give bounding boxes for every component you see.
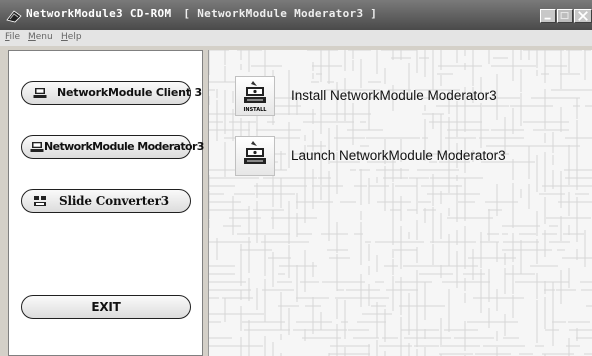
window-title-text: NetworkModule3 CD-ROM (26, 7, 172, 20)
close-icon (578, 11, 588, 21)
install-moderator-label: Install NetworkModule Moderator3 (291, 88, 497, 103)
menu-help-accel: H (61, 32, 68, 42)
computer-icon (33, 88, 47, 98)
exit-label: EXIT (91, 300, 121, 314)
minimize-icon (544, 17, 551, 20)
exit-button[interactable]: EXIT (21, 295, 191, 319)
app-icon (6, 10, 22, 23)
install-button[interactable]: INSTALL (235, 76, 275, 116)
slide-converter-label: Slide Converter3 (59, 194, 169, 208)
install-icon (244, 81, 266, 103)
sidebar: NetworkModule Client 3 NetworkModule Mod… (8, 50, 204, 356)
menu-bar: File Menu Help (0, 30, 592, 46)
networkmodule-moderator-button[interactable]: NetworkModule Moderator3 (21, 135, 204, 159)
launch-icon (244, 141, 266, 164)
menu-menu-accel: M (28, 32, 36, 42)
networkmodule-client-button[interactable]: NetworkModule Client 3 (21, 81, 202, 105)
menu-file[interactable]: File (5, 32, 20, 42)
menu-menu-rest: enu (35, 32, 53, 42)
launch-button[interactable] (235, 136, 275, 176)
menu-file-rest: ile (9, 32, 21, 42)
launch-moderator-label: Launch NetworkModule Moderator3 (291, 148, 506, 163)
menu-help[interactable]: Help (61, 32, 82, 42)
app-window: NetworkModule3 CD-ROM [ NetworkModule Mod… (0, 0, 592, 356)
networkmodule-client-label: NetworkModule Client 3 (57, 86, 202, 99)
menu-help-rest: elp (67, 32, 82, 42)
title-bar[interactable]: NetworkModule3 CD-ROM [ NetworkModule Mod… (0, 0, 592, 30)
slide-converter-button[interactable]: Slide Converter3 (21, 189, 191, 213)
minimize-button[interactable] (540, 9, 556, 23)
close-button[interactable] (574, 9, 592, 23)
menu-menu[interactable]: Menu (28, 32, 53, 42)
install-badge: INSTALL (243, 107, 267, 113)
networkmodule-moderator-label: NetworkModule Moderator3 (44, 140, 204, 153)
main-panel: INSTALL Install NetworkModule Moderator3… (208, 50, 592, 356)
maximize-icon (560, 12, 569, 20)
window-subtitle: [ NetworkModule Moderator3 ] (183, 7, 378, 20)
install-moderator-action[interactable]: INSTALL Install NetworkModule Moderator3 (235, 76, 535, 116)
window-title: NetworkModule3 CD-ROM [ NetworkModule Mod… (26, 7, 377, 20)
launch-moderator-action[interactable]: Launch NetworkModule Moderator3 (235, 136, 535, 176)
converter-icon (34, 196, 46, 206)
computer-icon (30, 142, 44, 152)
maximize-button[interactable] (557, 9, 573, 23)
